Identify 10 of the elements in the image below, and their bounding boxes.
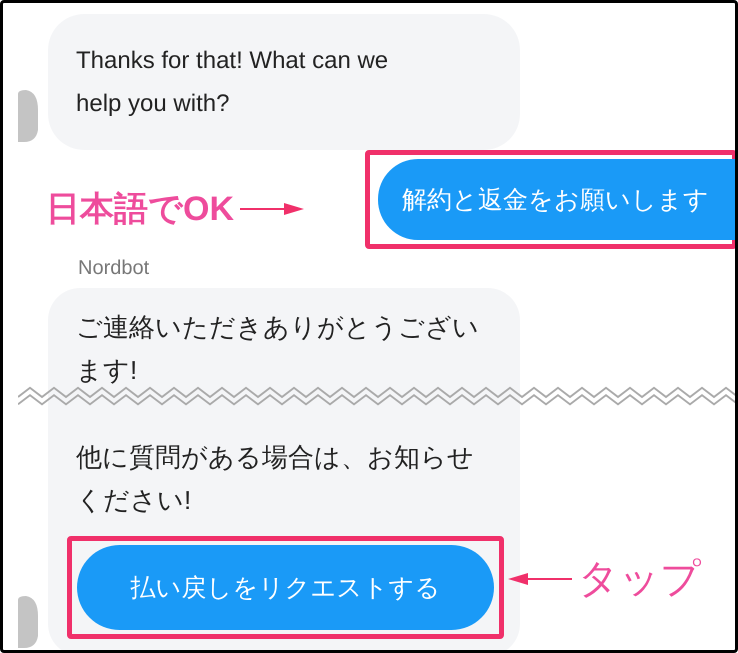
annotation-text: タップ xyxy=(578,556,701,603)
message-text: 他に質問がある場合は、お知らせください! xyxy=(75,441,475,517)
message-text: ご連絡いただきありがとうございます! xyxy=(75,311,480,387)
request-refund-button[interactable]: 払い戻しをリクエストする xyxy=(77,545,494,630)
reply-bubble[interactable]: 解約と返金をお願いします xyxy=(378,159,735,240)
annotation-text: 日本語でOK xyxy=(46,189,234,230)
message-text: Thanks for that! What can we help you with? xyxy=(76,46,390,119)
avatar-icon xyxy=(18,596,38,648)
avatar-icon xyxy=(18,90,38,142)
sender-name: Nordbot xyxy=(78,257,150,280)
